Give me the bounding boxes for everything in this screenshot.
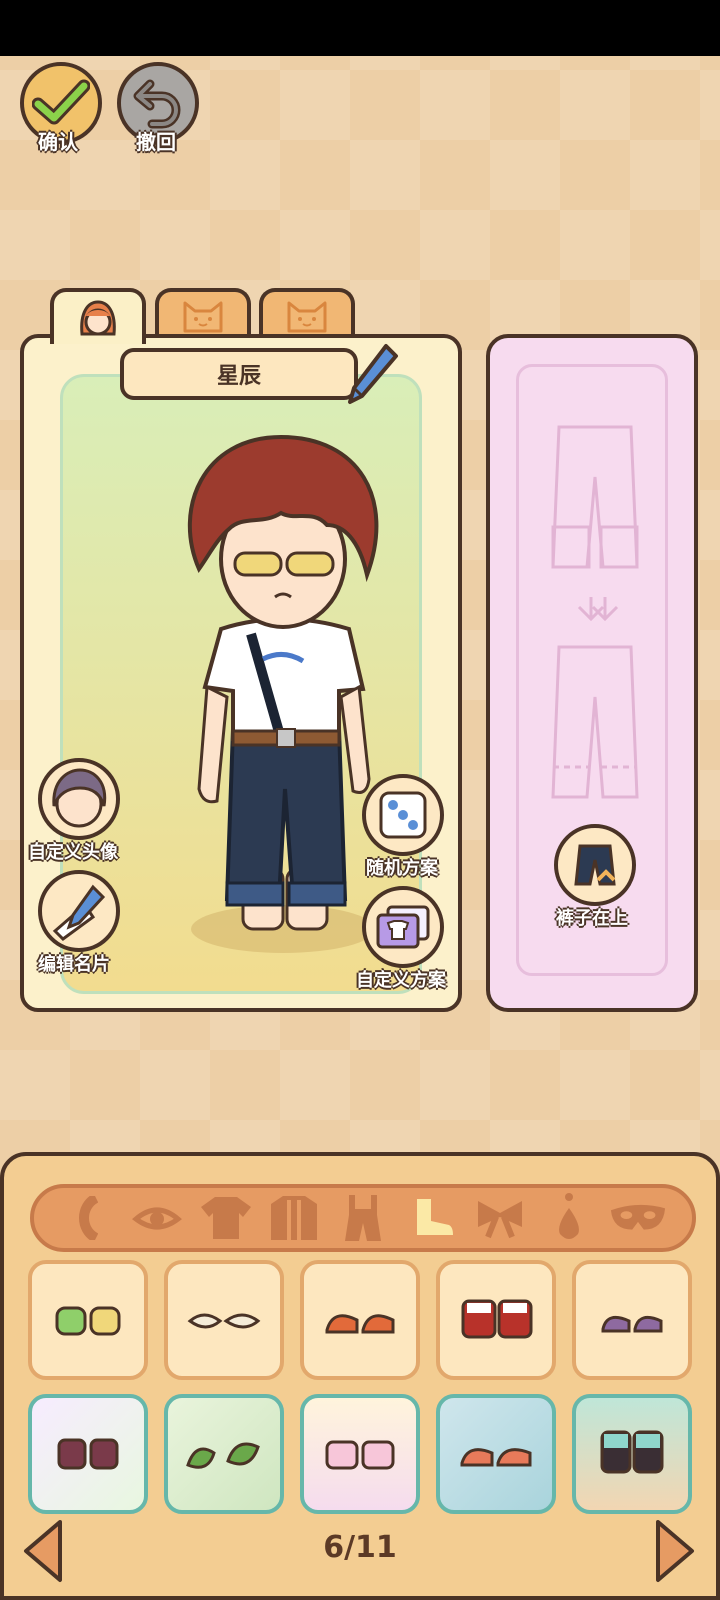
shoe-item-8[interactable] [300,1394,420,1514]
overalls-icon[interactable] [334,1192,392,1244]
boot-icon [461,1299,533,1339]
shoe-item-9[interactable] [436,1394,556,1514]
random-outfit-label: 随机方案 [366,858,438,879]
watermelon-shoe-icon [460,1448,532,1467]
jacket-icon[interactable] [265,1192,323,1244]
status-bar [0,0,720,56]
undo-arrow-icon [133,79,181,129]
bow-icon[interactable] [471,1192,529,1244]
loafer-icon [601,1315,663,1333]
page-indicator: 6/11 [323,1530,397,1565]
pants-on-top-label: 裤子在上 [556,908,628,929]
custom-outfit-label: 自定义方案 [356,970,446,991]
avatar-icon [52,768,107,828]
random-outfit-button[interactable] [362,774,444,856]
checkmark-icon [32,79,90,125]
cat-face-icon [183,301,223,333]
character-figure[interactable] [163,429,393,989]
category-bar [30,1184,696,1252]
outfit-cards-icon [376,905,430,949]
next-page-arrow-icon[interactable] [652,1518,698,1584]
shoe-item-1[interactable] [28,1260,148,1380]
tshirt-icon[interactable] [197,1192,255,1244]
tab-pet-two[interactable] [259,288,355,340]
earring-icon[interactable] [540,1192,598,1244]
character-name-plate[interactable]: 星辰 [120,348,358,400]
cat-face-icon [287,301,327,333]
shoe-item-4[interactable] [436,1260,556,1380]
pants-over-shoes-illustration [551,425,639,799]
shoe-item-6[interactable] [28,1394,148,1514]
shoe-item-5[interactable] [572,1260,692,1380]
pencil-card-icon [52,884,106,941]
character-name: 星辰 [216,364,261,389]
undo-label: 撤回 [136,130,176,154]
pants-icon [574,844,616,886]
tab-main-character[interactable] [50,288,146,344]
edit-card-label: 编辑名片 [38,954,110,975]
hair-icon[interactable] [59,1192,117,1244]
custom-outfit-button[interactable] [362,886,444,968]
mask-icon[interactable] [609,1192,667,1244]
flat-shoe-icon [187,1313,261,1329]
layer-order-panel: 裤子在上 [486,334,698,1012]
leaf-shoe-icon [186,1442,260,1469]
girl-face-icon [80,300,116,336]
shoe-item-10[interactable] [572,1394,692,1514]
sneaker-icon [325,1314,395,1334]
character-panel: 星辰 自定义头像 编辑名片 随机方案 自定义方案 [20,334,462,1012]
pants-on-top-button[interactable] [554,824,636,906]
platform-shoe-icon [600,1430,664,1474]
eye-icon[interactable] [128,1192,186,1244]
shoe-item-3[interactable] [300,1260,420,1380]
confirm-label: 确认 [38,130,78,154]
pencil-icon[interactable] [346,342,400,406]
shoe-item-2[interactable] [164,1260,284,1380]
custom-avatar-label: 自定义头像 [28,842,118,863]
tab-pet-one[interactable] [155,288,251,340]
heel-shoe-icon [57,1438,119,1470]
dice-icon [379,791,427,839]
edit-card-button[interactable] [38,870,120,952]
sandal-icon [55,1306,121,1336]
party-shoe-icon [325,1440,395,1470]
shoe-item-7[interactable] [164,1394,284,1514]
shoe-icon[interactable] [403,1192,461,1244]
custom-avatar-button[interactable] [38,758,120,840]
